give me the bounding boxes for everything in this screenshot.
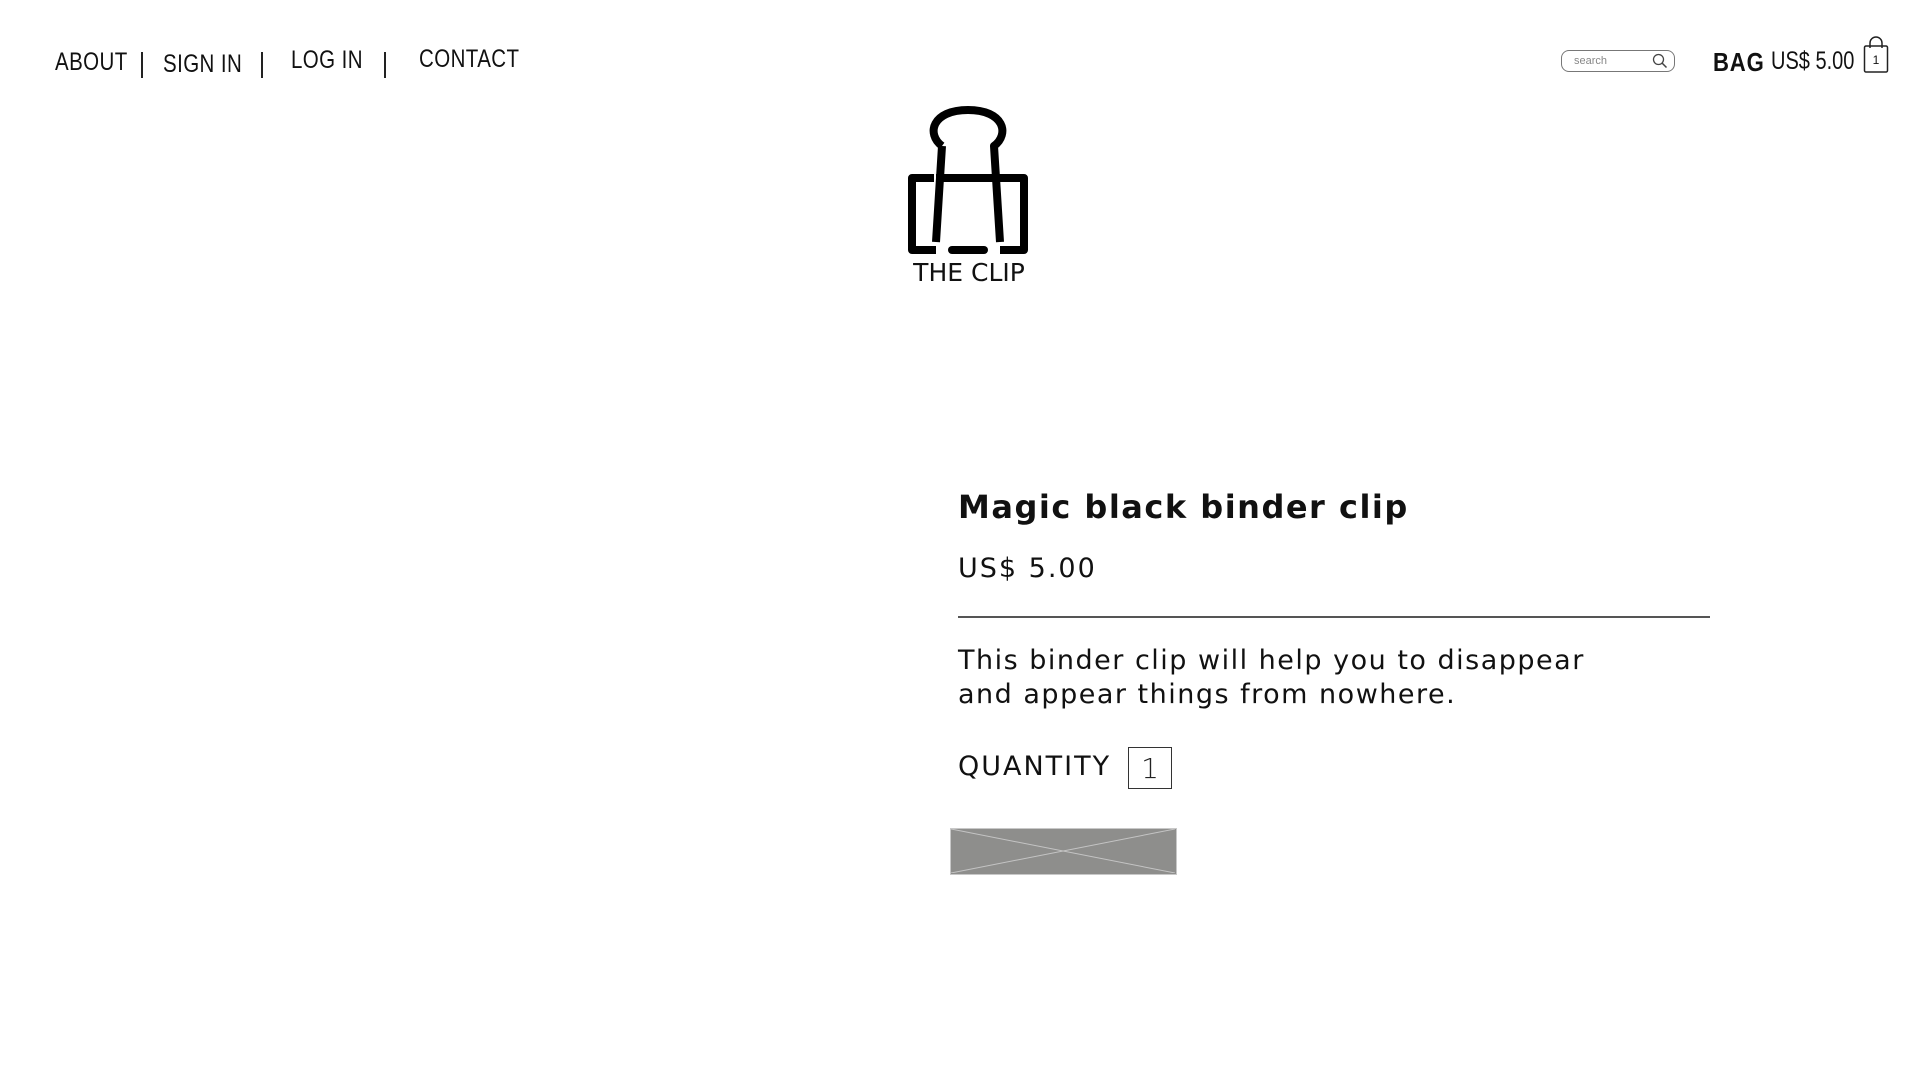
bag-label[interactable]: BAG bbox=[1713, 47, 1765, 78]
quantity-label: QUANTITY bbox=[958, 751, 1112, 782]
product-title: Magic black binder clip bbox=[958, 488, 1409, 526]
add-to-bag-button-placeholder[interactable] bbox=[950, 828, 1177, 875]
logo-binder-clip-icon[interactable] bbox=[904, 104, 1034, 254]
search-input[interactable] bbox=[1574, 53, 1644, 69]
search-box[interactable] bbox=[1561, 50, 1675, 72]
nav-contact[interactable]: CONTACT bbox=[419, 45, 519, 74]
quantity-input[interactable] bbox=[1128, 747, 1172, 789]
description-line: and appear things from nowhere. bbox=[958, 679, 1457, 710]
nav-divider bbox=[261, 52, 263, 78]
product-price: US$ 5.00 bbox=[958, 553, 1097, 584]
product-description: This binder clip will help you to disapp… bbox=[958, 644, 1718, 712]
image-placeholder-cross-icon bbox=[951, 829, 1175, 873]
search-icon[interactable] bbox=[1652, 53, 1668, 69]
nav-sign-in[interactable]: SIGN IN bbox=[163, 50, 242, 79]
nav-divider bbox=[384, 52, 386, 78]
nav-log-in[interactable]: LOG IN bbox=[291, 46, 363, 75]
bag-count: 1 bbox=[1872, 53, 1880, 67]
logo-text: THE CLIP bbox=[913, 258, 1025, 287]
divider bbox=[958, 616, 1710, 618]
bag-total: US$ 5.00 bbox=[1771, 47, 1855, 75]
nav-divider bbox=[141, 52, 143, 78]
nav-about[interactable]: ABOUT bbox=[55, 48, 128, 77]
description-line: This binder clip will help you to disapp… bbox=[958, 645, 1585, 676]
